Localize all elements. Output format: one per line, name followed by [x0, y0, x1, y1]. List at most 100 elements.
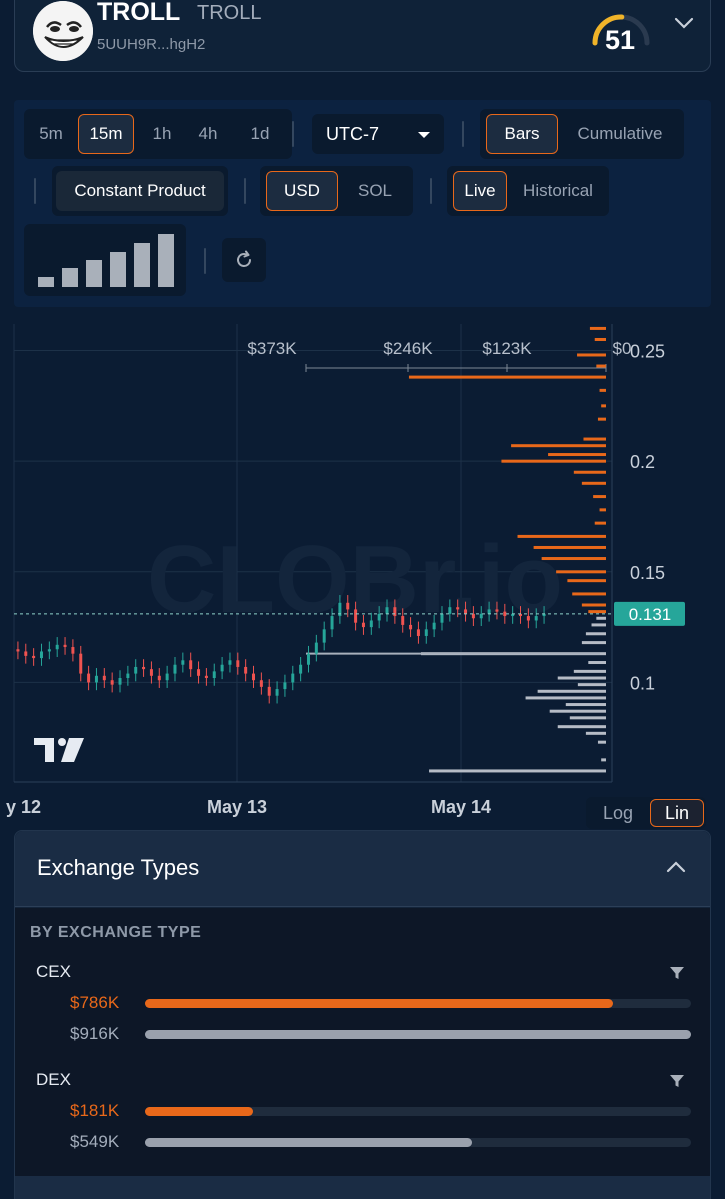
- candle-body: [157, 675, 161, 681]
- candle-body: [204, 675, 208, 679]
- timezone-select[interactable]: UTC-7: [312, 114, 444, 154]
- model-selector: Constant Product: [52, 166, 228, 216]
- candle-body: [244, 666, 248, 674]
- candle-body: [495, 609, 499, 612]
- ask-depth-bar: [599, 508, 606, 512]
- timeframe-selector: 5m 15m 1h 4h 1d: [24, 109, 292, 159]
- candle-body: [424, 629, 428, 636]
- candle-body: [487, 609, 491, 614]
- token-header: TROLL TROLL 5UUH9R...hgH2 51: [14, 0, 711, 72]
- timeframe-1d[interactable]: 1d: [238, 114, 282, 154]
- token-name: TROLL: [97, 0, 181, 26]
- token-address[interactable]: 5UUH9R...hgH2: [97, 36, 205, 53]
- bid-depth-bar: [597, 740, 606, 744]
- currency-sol[interactable]: SOL: [344, 171, 406, 211]
- troll-face-icon: [33, 1, 93, 61]
- dex-value-primary: $181K: [70, 1101, 120, 1120]
- timeframe-1h[interactable]: 1h: [146, 114, 178, 154]
- data-mode-live[interactable]: Live: [453, 171, 507, 211]
- candle-body: [165, 673, 169, 681]
- ask-depth-bar: [573, 470, 606, 474]
- bid-depth-bar: [557, 725, 606, 729]
- candle-body: [149, 669, 153, 676]
- candle-body: [385, 607, 389, 614]
- timeframe-5m[interactable]: 5m: [30, 114, 72, 154]
- chevron-down-icon[interactable]: [673, 15, 695, 31]
- cex-value-primary: $786K: [70, 993, 120, 1012]
- bid-depth-bar: [585, 632, 606, 636]
- divider: [292, 121, 294, 147]
- bid-depth-bar: [588, 661, 606, 665]
- signal-bars-icon: [38, 234, 174, 287]
- filter-icon[interactable]: [669, 1074, 685, 1088]
- candle-body: [283, 682, 287, 690]
- y-tick-label: 0.15: [630, 563, 665, 583]
- timeframe-15m[interactable]: 15m: [78, 114, 134, 154]
- bid-depth-bar: [565, 703, 606, 707]
- x-tick-label: May 13: [207, 797, 267, 817]
- candle-body: [401, 616, 405, 625]
- bid-depth-bar: [577, 683, 606, 687]
- cex-bar-secondary: [145, 1030, 691, 1039]
- bid-depth-bar: [569, 716, 606, 720]
- scale-log-button[interactable]: Log: [592, 799, 644, 827]
- candle-body: [134, 666, 138, 674]
- divider: [34, 178, 36, 204]
- ask-depth-bar: [567, 579, 606, 583]
- dex-bar-primary: [145, 1107, 691, 1116]
- candle-body: [314, 642, 318, 654]
- candle-body: [212, 671, 216, 679]
- ask-depth-bar: [597, 417, 606, 421]
- token-avatar: [33, 1, 93, 61]
- candle-body: [47, 649, 51, 652]
- refresh-icon: [237, 250, 251, 267]
- candle-body: [361, 622, 365, 628]
- model-constant-product[interactable]: Constant Product: [56, 171, 224, 211]
- chevron-up-icon[interactable]: [665, 859, 687, 875]
- price-chart-canvas[interactable]: CLOBr.io$373K $246K $123K $00.1310.250.20.1…: [0, 320, 725, 830]
- currency-usd[interactable]: USD: [266, 171, 338, 211]
- data-mode-historical[interactable]: Historical: [513, 171, 603, 211]
- bid-depth-bar: [573, 669, 606, 673]
- token-symbol: TROLL: [197, 2, 262, 24]
- section-label: BY EXCHANGE TYPE: [30, 924, 202, 941]
- scale-toggle: Log Lin: [586, 797, 706, 829]
- bid-depth-bar: [581, 641, 606, 645]
- candle-body: [24, 651, 28, 656]
- timeframe-4h[interactable]: 4h: [190, 114, 226, 154]
- bars-count-control[interactable]: [24, 224, 186, 296]
- candle-body: [534, 616, 538, 621]
- bid-depth-bar: [585, 731, 606, 735]
- group-name-dex: DEX: [36, 1070, 71, 1089]
- candle-body: [16, 649, 20, 652]
- candle-body: [55, 644, 59, 650]
- candle-body: [63, 644, 67, 648]
- bid-depth-bar: [525, 696, 606, 700]
- candle-body: [118, 678, 122, 685]
- candle-body: [94, 675, 98, 683]
- ask-depth-bar: [601, 404, 606, 408]
- candle-body: [299, 664, 303, 674]
- filter-icon[interactable]: [669, 966, 685, 980]
- ask-depth-bar: [556, 570, 606, 574]
- candle-body: [236, 660, 240, 667]
- depth-scale-label: $373K: [247, 339, 297, 358]
- ask-depth-bar: [596, 364, 606, 368]
- view-mode-bars[interactable]: Bars: [486, 114, 558, 154]
- exchange-types-header[interactable]: Exchange Types: [15, 831, 710, 907]
- panel-footer: [15, 1176, 710, 1199]
- divider: [204, 248, 206, 274]
- refresh-button[interactable]: [222, 238, 266, 282]
- exchange-types-body: BY EXCHANGE TYPE CEX $786K $916K DEX $18…: [15, 908, 710, 1176]
- candle-body: [71, 647, 75, 654]
- candle-body: [306, 653, 310, 665]
- ask-depth-bar: [599, 388, 606, 392]
- ask-depth-bar: [583, 437, 606, 441]
- candle-body: [110, 680, 114, 685]
- price-chart[interactable]: CLOBr.io $373K $246K $123K $0 0.131 0.25 0.2 0.1…: [0, 320, 725, 830]
- scale-lin-button[interactable]: Lin: [650, 799, 704, 827]
- view-mode-cumulative[interactable]: Cumulative: [564, 114, 676, 154]
- view-mode-selector: Bars Cumulative: [480, 109, 684, 159]
- candle-body: [330, 616, 334, 630]
- exchange-types-panel: Exchange Types BY EXCHANGE TYPE CEX $786…: [14, 830, 711, 1199]
